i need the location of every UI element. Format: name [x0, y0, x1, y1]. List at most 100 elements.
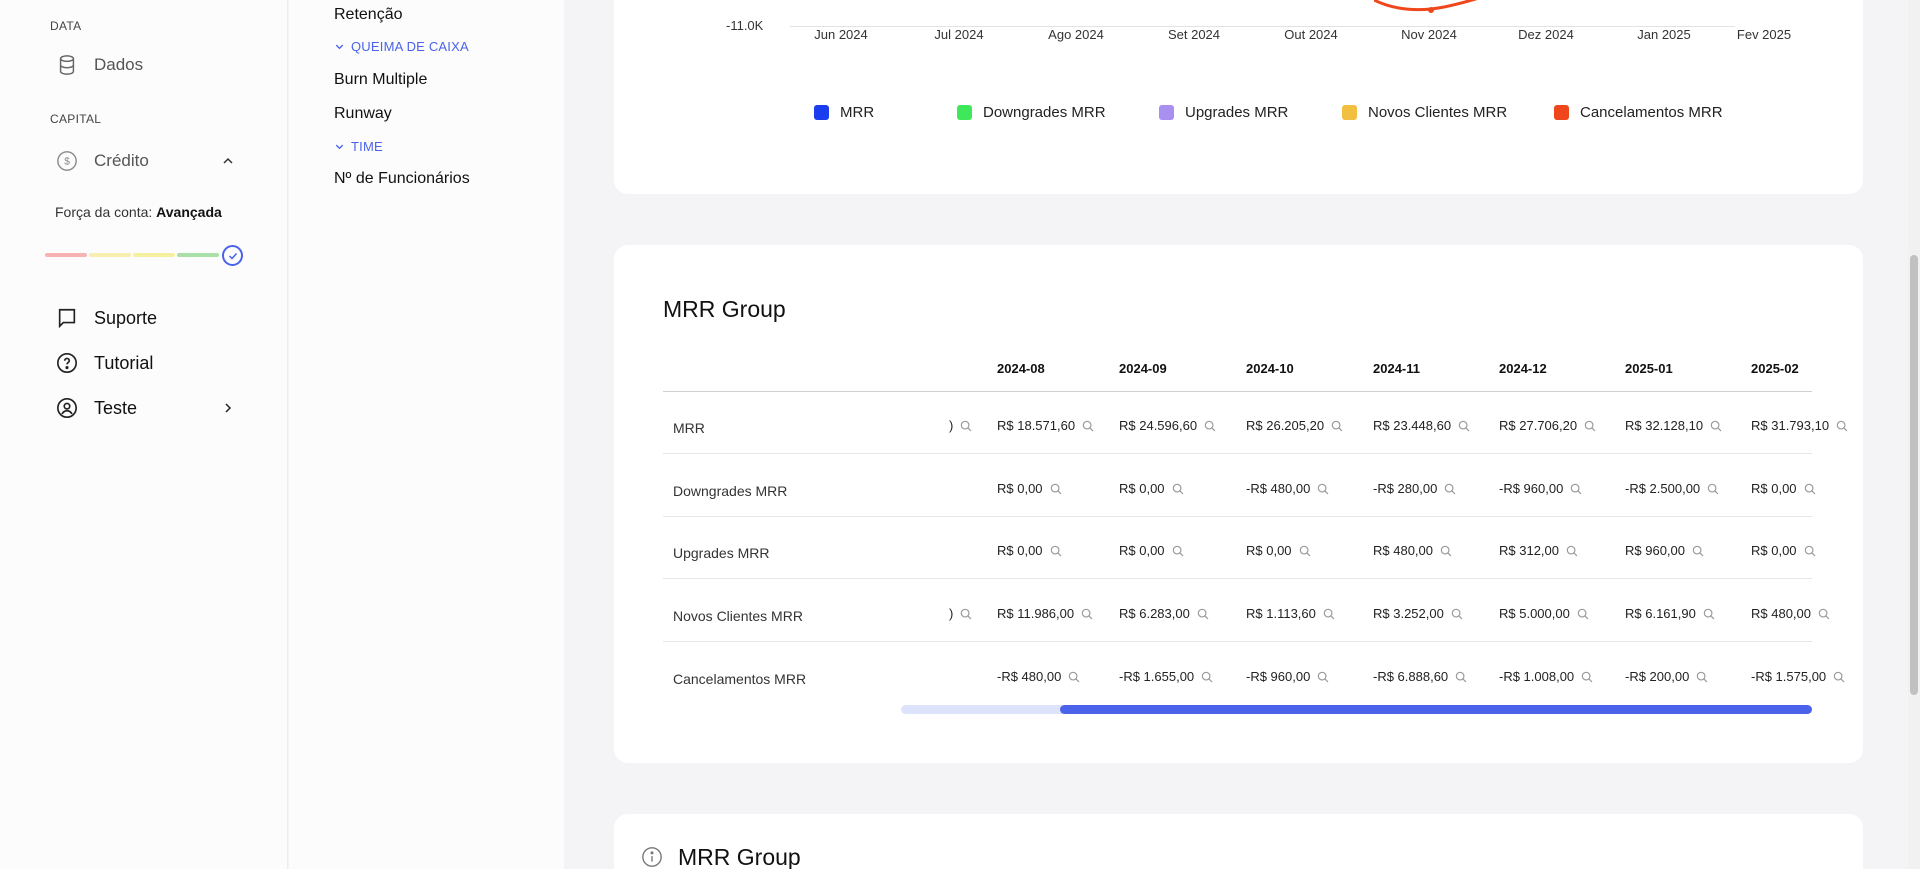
- table-scroll-thumb[interactable]: [1060, 705, 1812, 714]
- search-icon[interactable]: [1696, 607, 1716, 621]
- subnav-group-queima[interactable]: QUEIMA DE CAIXA: [334, 39, 469, 54]
- search-icon[interactable]: [1577, 419, 1597, 433]
- subnav-group-time[interactable]: TIME: [334, 139, 383, 154]
- search-icon[interactable]: [1433, 544, 1453, 558]
- table-cell: R$ 1.113,60: [1246, 606, 1336, 621]
- page-scrollbar-thumb[interactable]: [1910, 255, 1918, 695]
- column-header[interactable]: 2024-11: [1373, 361, 1420, 376]
- search-icon[interactable]: [1310, 482, 1330, 496]
- sidebar-item-dados[interactable]: Dados: [56, 54, 143, 76]
- subnav-item-runway[interactable]: Runway: [334, 105, 392, 123]
- search-icon[interactable]: [1075, 419, 1095, 433]
- subnav-item-burn-multiple[interactable]: Burn Multiple: [334, 71, 427, 89]
- chart-card: -11.0K Jun 2024 Jul 2024 Ago 2024 Set 2024 O…: [614, 0, 1863, 194]
- search-icon[interactable]: [1324, 419, 1344, 433]
- search-icon[interactable]: [953, 607, 973, 621]
- table-cell: -R$ 280,00: [1373, 481, 1457, 496]
- search-icon[interactable]: [1165, 482, 1185, 496]
- x-tick-label: Jan 2025: [1637, 27, 1691, 42]
- search-icon[interactable]: [1829, 419, 1849, 433]
- legend-item[interactable]: Novos Clientes MRR: [1342, 104, 1507, 121]
- search-icon[interactable]: [1451, 419, 1471, 433]
- account-strength-label: Força da conta:: [55, 204, 153, 220]
- search-icon[interactable]: [1043, 482, 1063, 496]
- table-cell: R$ 312,00: [1499, 543, 1579, 558]
- legend-swatch: [957, 105, 972, 120]
- search-icon[interactable]: [1197, 419, 1217, 433]
- search-icon[interactable]: [1797, 544, 1817, 558]
- gridline: [790, 26, 1735, 27]
- search-icon[interactable]: [1448, 670, 1468, 684]
- legend-swatch: [814, 105, 829, 120]
- search-icon[interactable]: [1703, 419, 1723, 433]
- column-header[interactable]: 2024-09: [1119, 361, 1167, 376]
- chevron-right-icon[interactable]: [220, 400, 236, 416]
- subnav-item-retencao[interactable]: Retenção: [334, 6, 403, 24]
- row-divider: [663, 516, 1812, 517]
- table-cell: R$ 0,00: [997, 543, 1063, 558]
- cell-value: R$ 6.283,00: [1119, 606, 1190, 621]
- search-icon[interactable]: [1165, 544, 1185, 558]
- sidebar-item-credito[interactable]: $ Crédito: [56, 150, 236, 172]
- subnav-group-label: QUEIMA DE CAIXA: [351, 39, 469, 54]
- cell-value: -R$ 6.888,60: [1373, 669, 1449, 684]
- search-icon[interactable]: [1292, 544, 1312, 558]
- cell-value: R$ 18.571,60: [997, 418, 1076, 433]
- column-header[interactable]: 2025-02: [1751, 361, 1799, 376]
- strength-bar-segment: [177, 253, 219, 257]
- cell-value: R$ 0,00: [1751, 543, 1797, 558]
- sidebar-item-label: Crédito: [94, 151, 149, 170]
- chevron-down-icon: [335, 144, 344, 150]
- table-cell: R$ 18.571,60: [997, 418, 1095, 433]
- search-icon[interactable]: [1194, 670, 1214, 684]
- search-icon[interactable]: [1559, 544, 1579, 558]
- sidebar-item-suporte[interactable]: Suporte: [56, 307, 157, 329]
- table-cell-clipped: ): [949, 606, 973, 621]
- legend-item[interactable]: Upgrades MRR: [1159, 104, 1288, 121]
- chevron-up-icon[interactable]: [220, 153, 236, 169]
- mrr-group-card-2: MRR Group: [614, 814, 1863, 869]
- search-icon[interactable]: [1689, 670, 1709, 684]
- search-icon[interactable]: [1316, 607, 1336, 621]
- subnav-item-funcionarios[interactable]: Nº de Funcionários: [334, 170, 470, 188]
- column-header[interactable]: 2024-08: [997, 361, 1045, 376]
- search-icon[interactable]: [1685, 544, 1705, 558]
- legend-item[interactable]: MRR: [814, 104, 874, 121]
- sidebar-item-teste[interactable]: Teste: [56, 397, 236, 419]
- search-icon[interactable]: [1437, 482, 1457, 496]
- cell-value: R$ 0,00: [1119, 481, 1165, 496]
- search-icon[interactable]: [1310, 670, 1330, 684]
- sidebar-item-tutorial[interactable]: Tutorial: [56, 352, 153, 374]
- strength-bar-segment: [133, 253, 175, 257]
- row-label: Upgrades MRR: [673, 545, 770, 561]
- cell-value: R$ 6.161,90: [1625, 606, 1696, 621]
- column-header[interactable]: 2025-01: [1625, 361, 1673, 376]
- search-icon[interactable]: [1574, 670, 1594, 684]
- search-icon[interactable]: [1444, 607, 1464, 621]
- legend-item[interactable]: Downgrades MRR: [957, 104, 1106, 121]
- search-icon[interactable]: [1061, 670, 1081, 684]
- row-divider: [663, 453, 1812, 454]
- table-cell: -R$ 200,00: [1625, 669, 1709, 684]
- page-scrollbar[interactable]: [1908, 0, 1920, 869]
- cell-value: R$ 32.128,10: [1625, 418, 1704, 433]
- info-icon[interactable]: [641, 846, 663, 868]
- legend-item[interactable]: Cancelamentos MRR: [1554, 104, 1723, 121]
- search-icon[interactable]: [1074, 607, 1094, 621]
- cell-value: R$ 27.706,20: [1499, 418, 1578, 433]
- search-icon[interactable]: [953, 419, 973, 433]
- search-icon[interactable]: [1700, 482, 1720, 496]
- cell-value: -R$ 2.500,00: [1625, 481, 1701, 496]
- search-icon[interactable]: [1190, 607, 1210, 621]
- x-tick-label: Ago 2024: [1048, 27, 1104, 42]
- search-icon[interactable]: [1563, 482, 1583, 496]
- table-cell-clipped: ): [949, 418, 973, 433]
- cell-value: R$ 26.205,20: [1246, 418, 1325, 433]
- search-icon[interactable]: [1811, 607, 1831, 621]
- search-icon[interactable]: [1043, 544, 1063, 558]
- column-header[interactable]: 2024-12: [1499, 361, 1547, 376]
- search-icon[interactable]: [1826, 670, 1846, 684]
- column-header[interactable]: 2024-10: [1246, 361, 1294, 376]
- search-icon[interactable]: [1570, 607, 1590, 621]
- search-icon[interactable]: [1797, 482, 1817, 496]
